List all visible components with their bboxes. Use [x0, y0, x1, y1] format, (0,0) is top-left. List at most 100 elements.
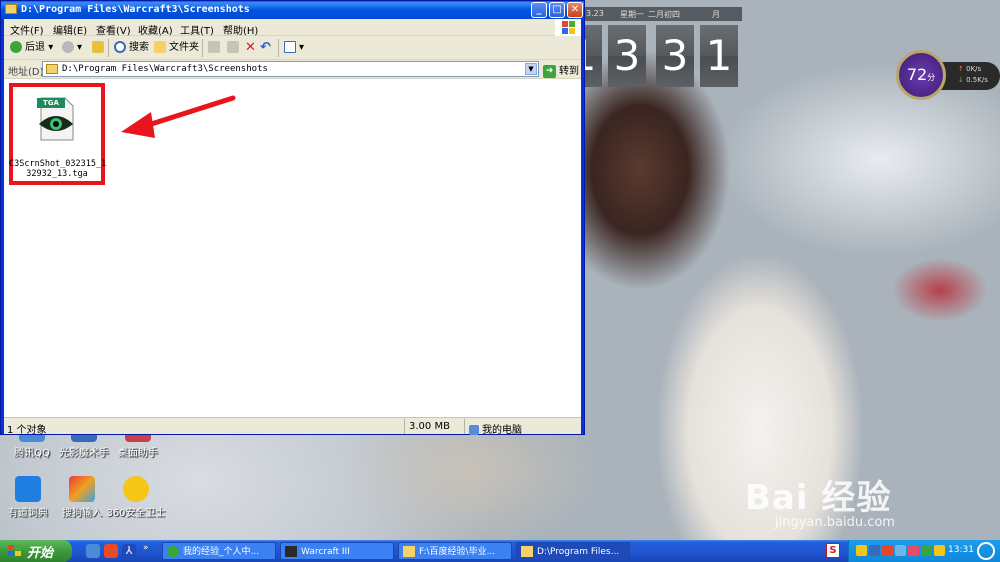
gauge-download: ↓ 0.5K/s: [958, 76, 988, 84]
undo-button[interactable]: ↶: [260, 40, 271, 56]
task-warcraft[interactable]: Warcraft III: [280, 542, 394, 560]
task-label: Warcraft III: [301, 547, 350, 557]
quicklaunch-ie-icon[interactable]: [86, 544, 100, 558]
undo-icon: ↶: [260, 40, 271, 55]
file-item-tga[interactable]: TGA C3ScrnShot_032315_1 32932_13.tga: [9, 83, 106, 185]
desktop-icon-360[interactable]: 360安全卫士: [106, 476, 166, 519]
clock-digit: 1: [700, 25, 738, 87]
desktop-icon-assistant[interactable]: 桌面助手: [108, 432, 168, 459]
desktop-icon-sogou[interactable]: 搜狗输入: [52, 476, 112, 519]
toolbar-separator: [278, 39, 279, 57]
toolbar-separator: [108, 39, 109, 57]
minimize-button[interactable]: _: [531, 2, 547, 18]
move-to-button[interactable]: [208, 40, 223, 56]
folders-button[interactable]: 文件夹: [154, 40, 199, 56]
quicklaunch-app-icon[interactable]: [104, 544, 118, 558]
address-input[interactable]: D:\Program Files\Warcraft3\Screenshots ▼: [42, 61, 539, 77]
folder-icon: [521, 546, 533, 557]
menu-help[interactable]: 帮助(H): [223, 22, 258, 37]
forward-arrow-icon: [62, 41, 74, 53]
red-arrow-annotation: [121, 95, 236, 138]
gauge-score-ring: 72分: [896, 50, 946, 100]
go-button[interactable]: ➜ 转到: [543, 62, 579, 78]
quicklaunch-expand-icon[interactable]: »: [143, 543, 149, 553]
desktop-icon-label: 桌面助手: [118, 448, 158, 459]
quicklaunch-person-icon[interactable]: ⅄: [122, 544, 136, 558]
computer-icon: [469, 425, 479, 435]
tga-badge: TGA: [43, 99, 59, 107]
desktop-icon-label: 腾讯QQ: [14, 448, 50, 459]
desktop-icon-label: 搜狗输入: [62, 508, 102, 519]
360-icon: [123, 476, 149, 502]
address-path: D:\Program Files\Warcraft3\Screenshots: [62, 64, 268, 74]
folder-icon: [5, 4, 17, 14]
back-label: 后退: [25, 42, 45, 53]
copy-to-button[interactable]: [227, 40, 242, 56]
task-baidu-folder[interactable]: F:\百度经验\毕业...: [398, 542, 512, 560]
delete-x-icon: ✕: [245, 40, 256, 55]
start-label: 开始: [27, 546, 54, 561]
sogou-input-icon[interactable]: S: [826, 543, 840, 558]
gauge-unit: 分: [927, 73, 936, 82]
clock-month-label: 月: [712, 10, 720, 19]
cloud-sync-icon[interactable]: [977, 542, 995, 560]
up-folder-button[interactable]: [92, 40, 107, 56]
desktop-icon-photo-editor[interactable]: 光影魔术手: [54, 432, 114, 459]
address-dropdown-button[interactable]: ▼: [525, 63, 537, 75]
tray-icon[interactable]: [921, 545, 932, 556]
tray-icon[interactable]: [869, 545, 880, 556]
tray-icon[interactable]: [856, 545, 867, 556]
desktop-icon-qq[interactable]: 腾讯QQ: [2, 432, 62, 459]
title-bar[interactable]: D:\Program Files\Warcraft3\Screenshots _…: [1, 1, 584, 19]
system-tray: 13:31: [848, 540, 1000, 562]
folders-label: 文件夹: [169, 42, 199, 53]
dropdown-arrow-icon: ▾: [77, 42, 83, 53]
browser-icon: [167, 546, 179, 557]
menu-view[interactable]: 查看(V): [96, 22, 131, 37]
dropdown-arrow-icon: ▾: [48, 42, 54, 53]
clock-lunar: 二月初四: [648, 10, 680, 19]
taskbar-clock[interactable]: 13:31: [948, 545, 974, 555]
tray-icon[interactable]: [882, 545, 893, 556]
baidu-watermark: Bai 经验 jingyan.baidu.com: [745, 470, 895, 530]
back-button[interactable]: 后退 ▾: [10, 40, 53, 56]
close-button[interactable]: ✕: [567, 2, 583, 18]
clock-date-bar: 3.23 星期一 二月初四 月: [578, 7, 742, 21]
speed-gauge[interactable]: 72分 ↑ 0K/s ↓ 0.5K/s: [896, 50, 1000, 100]
explorer-window: D:\Program Files\Warcraft3\Screenshots _…: [0, 0, 585, 436]
menu-file[interactable]: 文件(F): [10, 22, 44, 37]
search-label: 搜索: [129, 42, 149, 53]
file-list-pane[interactable]: TGA C3ScrnShot_032315_1 32932_13.tga: [4, 79, 581, 417]
desktop-icon-label: 光影魔术手: [59, 448, 109, 459]
start-button[interactable]: 开始: [0, 540, 72, 562]
task-explorer-active[interactable]: D:\Program Files...: [516, 542, 630, 560]
menu-favorites[interactable]: 收藏(A): [138, 22, 173, 37]
tray-icon[interactable]: [908, 545, 919, 556]
maximize-button[interactable]: □: [549, 2, 565, 18]
up-folder-icon: [92, 41, 104, 53]
desktop-icon-label: 360安全卫士: [106, 508, 166, 519]
views-icon: [284, 41, 296, 53]
gauge-download-value: 0.5K/s: [966, 76, 988, 84]
clock-digit: 3: [608, 25, 646, 87]
forward-button[interactable]: ▾: [62, 40, 82, 56]
windows-logo-icon: [555, 19, 581, 36]
desktop-icon-youdao[interactable]: 有道词典: [0, 476, 58, 519]
views-button[interactable]: ▾: [284, 40, 304, 56]
go-label: 转到: [559, 66, 579, 77]
watermark-url: jingyan.baidu.com: [775, 515, 895, 530]
menu-edit[interactable]: 编辑(E): [53, 22, 87, 37]
folders-icon: [154, 41, 166, 53]
clock-weekday: 星期一: [620, 10, 644, 19]
sogou-icon: [69, 476, 95, 502]
task-jingyan[interactable]: 我的经验_个人中...: [162, 542, 276, 560]
clock-digit: 3: [656, 25, 694, 87]
search-button[interactable]: 搜索: [114, 40, 149, 56]
tray-icon[interactable]: [934, 545, 945, 556]
copy-to-icon: [227, 41, 239, 53]
menu-tools[interactable]: 工具(T): [180, 22, 214, 37]
tray-icon[interactable]: [895, 545, 906, 556]
status-location-label: 我的电脑: [482, 425, 522, 436]
download-arrow-icon: ↓: [958, 76, 964, 84]
delete-button[interactable]: ✕: [245, 40, 256, 56]
